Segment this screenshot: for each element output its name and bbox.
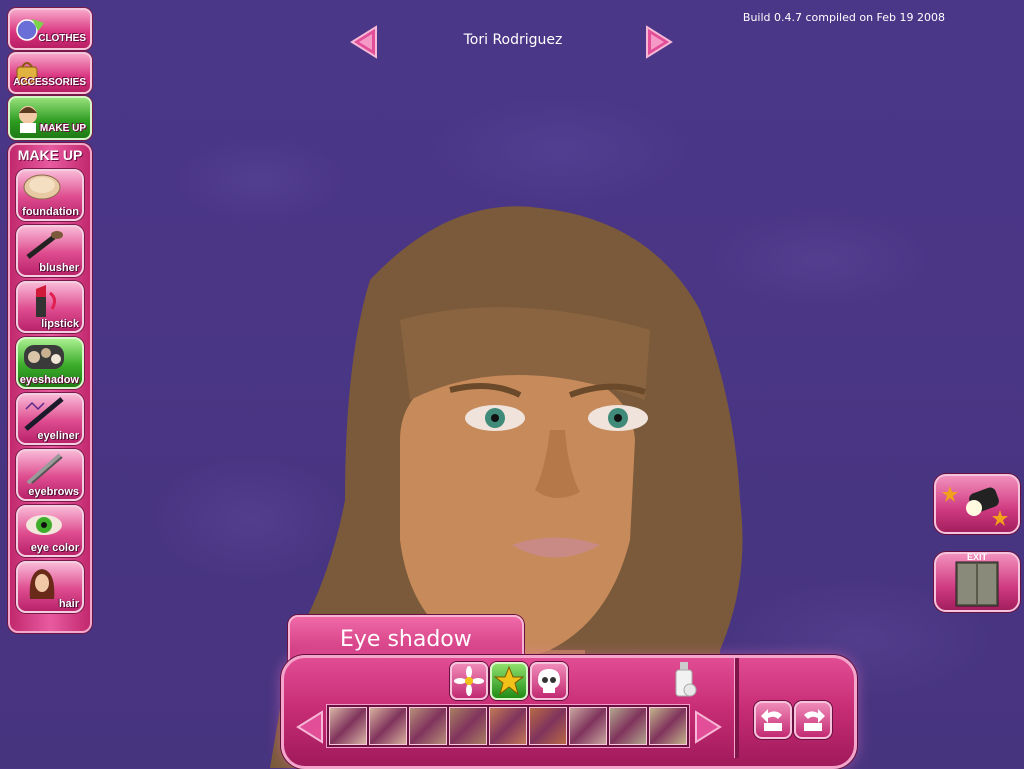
build-info: Build 0.4.7 compiled on Feb 19 2008	[742, 11, 945, 24]
exit-label: EXIT	[966, 552, 987, 562]
color-swatch[interactable]	[329, 707, 367, 745]
tab-clothes[interactable]: CLOTHES	[8, 8, 92, 50]
skull-icon	[538, 669, 560, 693]
mode-flower-button[interactable]	[450, 662, 488, 700]
color-swatch[interactable]	[529, 707, 567, 745]
makeup-item-label: eyeliner	[37, 430, 79, 442]
star-icon	[493, 665, 525, 696]
makeup-item-eyebrows[interactable]: eyebrows	[16, 449, 84, 501]
exit-button[interactable]: EXIT	[934, 552, 1020, 612]
tab-accessories[interactable]: ACCESSORIES	[8, 52, 92, 94]
eye-color-icon	[26, 515, 62, 535]
color-swatch[interactable]	[369, 707, 407, 745]
mode-star-button[interactable]	[490, 662, 528, 700]
spotlight-button[interactable]	[934, 474, 1020, 534]
flower-icon	[454, 666, 484, 696]
arrow-left-icon	[350, 25, 377, 59]
tab-makeup-label: MAKE UP	[39, 123, 86, 134]
prev-character-button[interactable]	[350, 25, 378, 59]
makeup-item-label: blusher	[39, 262, 79, 274]
next-character-button[interactable]	[645, 25, 673, 59]
rotate-left-icon	[761, 709, 782, 731]
bottle-icon	[675, 662, 697, 697]
color-swatch[interactable]	[489, 707, 527, 745]
makeup-item-label: lipstick	[41, 318, 79, 330]
makeup-item-hair[interactable]: hair	[16, 561, 84, 613]
makeup-item-blusher[interactable]: blusher	[16, 225, 84, 277]
bottle-button[interactable]	[668, 660, 702, 700]
editor-divider	[734, 658, 739, 758]
makeup-panel: MAKE UP foundation blusher lipstick eyes…	[8, 143, 92, 633]
rotate-right-icon	[804, 709, 825, 731]
door-icon	[955, 561, 999, 607]
makeup-item-lipstick[interactable]: lipstick	[16, 281, 84, 333]
color-swatch[interactable]	[649, 707, 687, 745]
color-swatch[interactable]	[569, 707, 607, 745]
spotlight-icon	[942, 486, 1008, 526]
swatch-strip	[326, 704, 690, 748]
makeup-item-foundation[interactable]: foundation	[16, 169, 84, 221]
makeup-panel-title: MAKE UP	[17, 147, 83, 163]
eyebrows-icon	[26, 453, 63, 485]
rotate-right-button[interactable]	[794, 701, 832, 739]
swatch-prev-button[interactable]	[296, 710, 324, 744]
foundation-icon	[23, 174, 61, 200]
tab-clothes-label: CLOTHES	[38, 33, 86, 44]
editor-title: Eye shadow	[340, 627, 472, 652]
rotate-left-button[interactable]	[754, 701, 792, 739]
blusher-icon	[26, 231, 63, 259]
eyeshadow-icon	[24, 345, 64, 369]
hair-icon	[29, 569, 55, 599]
character-name: Tori Rodriguez	[463, 32, 563, 48]
color-swatch[interactable]	[449, 707, 487, 745]
makeup-item-label: eyeshadow	[19, 374, 79, 386]
lipstick-icon	[36, 285, 57, 317]
eyeliner-icon	[24, 397, 64, 431]
mode-skull-button[interactable]	[530, 662, 568, 700]
tab-accessories-label: ACCESSORIES	[13, 77, 86, 88]
makeup-item-label: foundation	[22, 206, 79, 218]
color-swatch[interactable]	[609, 707, 647, 745]
makeup-item-label: hair	[58, 598, 79, 610]
color-swatch[interactable]	[409, 707, 447, 745]
tab-makeup[interactable]: MAKE UP	[8, 96, 92, 140]
arrow-right-icon	[695, 710, 722, 744]
arrow-right-icon	[646, 25, 673, 59]
arrow-left-icon	[296, 710, 323, 744]
makeup-item-eyeliner[interactable]: eyeliner	[16, 393, 84, 445]
makeup-item-label: eyebrows	[28, 486, 79, 498]
makeup-item-eye-color[interactable]: eye color	[16, 505, 84, 557]
makeup-item-label: eye color	[30, 542, 79, 554]
swatch-next-button[interactable]	[694, 710, 722, 744]
makeup-item-eyeshadow[interactable]: eyeshadow	[16, 337, 84, 389]
